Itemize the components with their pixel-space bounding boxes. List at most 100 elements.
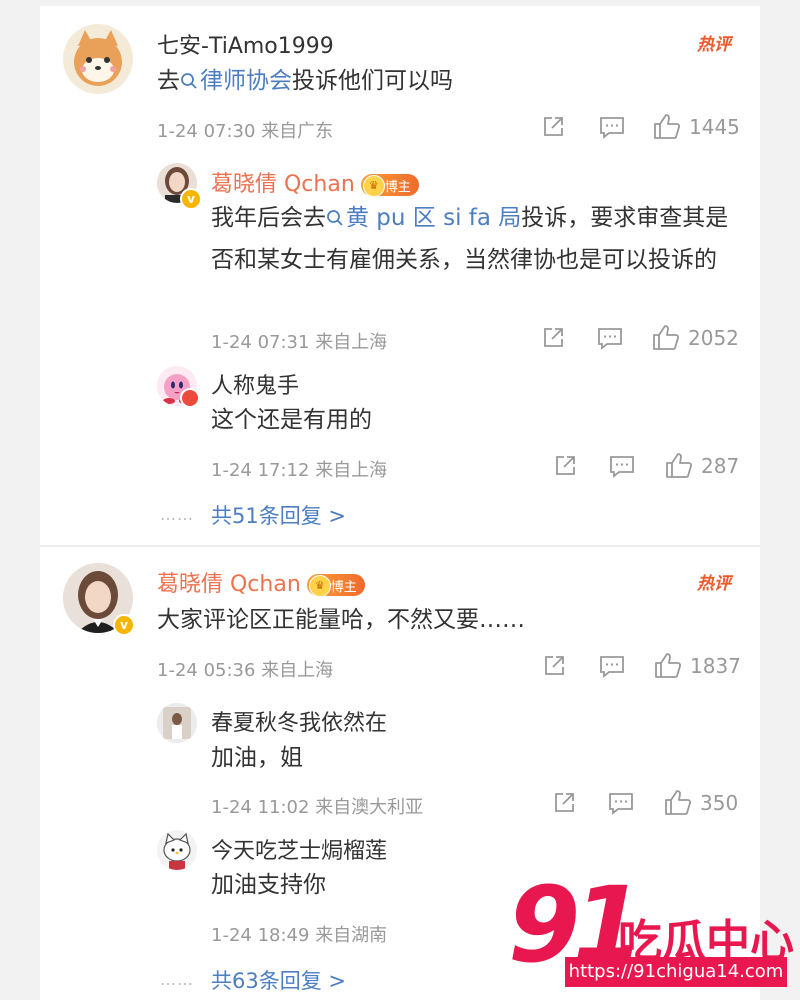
reply-username[interactable]: 春夏秋冬我依然在 (211, 705, 387, 737)
avatar[interactable] (157, 703, 197, 743)
author-badge-label: 博主 (330, 579, 357, 595)
reply-text: 这个还是有用的 (211, 407, 372, 433)
reply-meta: 1-24 18:49 来自湖南 (211, 921, 387, 947)
thumb-up-icon (666, 453, 693, 478)
like-count: 2052 (688, 325, 739, 350)
share-button[interactable] (552, 791, 576, 815)
hot-comment-badge: 热评 (697, 30, 731, 55)
reply-location: 来自澳大利亚 (315, 797, 424, 818)
hot-comment-label: 热评 (697, 574, 731, 594)
watermark-url: https://91chigua14.com (565, 957, 787, 987)
comment-icon (609, 793, 633, 815)
reply-username[interactable]: 今天吃芝士焗榴莲 (211, 833, 387, 865)
comment-button[interactable] (599, 115, 625, 139)
share-icon (544, 328, 563, 347)
reply-meta: 1-24 11:02 来自澳大利亚 (211, 793, 423, 819)
reply-meta: 1-24 07:31 来自上海 (211, 328, 387, 354)
comment-text-part: 投诉他们可以吗 (292, 68, 453, 94)
membership-badge-icon (180, 388, 200, 408)
view-more-replies-link[interactable]: 共63条回复 > (211, 965, 346, 995)
like-button[interactable]: 350 (664, 789, 738, 816)
share-icon (544, 117, 563, 136)
comment-icon (598, 328, 622, 350)
comment-meta: 1-24 05:36 来自上海 (157, 656, 333, 682)
like-count: 1445 (689, 114, 740, 139)
comment-icon (600, 656, 624, 678)
reply-username[interactable]: 人称鬼手 (211, 368, 299, 400)
comment-icon (610, 456, 634, 478)
portrait-avatar-icon (157, 703, 197, 743)
reply-text: 加油支持你 (211, 872, 326, 898)
comment-button[interactable] (608, 791, 634, 815)
share-icon (555, 793, 574, 812)
share-button[interactable] (542, 654, 566, 678)
reply-time: 1-24 07:31 (211, 332, 310, 353)
verified-v-icon: v (180, 188, 202, 210)
reply-location: 来自上海 (315, 460, 388, 481)
comment-time: 1-24 07:30 (157, 121, 256, 142)
reply-time: 1-24 17:12 (211, 460, 310, 481)
username-text: 葛晓倩 Qchan (157, 572, 301, 597)
comment-meta: 1-24 07:30 来自广东 (157, 117, 333, 143)
reply-location: 来自上海 (315, 332, 388, 353)
verified-v-icon: v (113, 614, 135, 636)
reply-location: 来自湖南 (315, 925, 388, 946)
separator (40, 545, 760, 547)
search-icon (181, 73, 197, 89)
comment-button[interactable] (609, 454, 635, 478)
like-button[interactable]: 1445 (653, 113, 740, 140)
topic-link[interactable]: 律师协会 (180, 68, 292, 94)
username[interactable]: 葛晓倩 Qchan ♛ 博主 (157, 566, 365, 598)
like-count: 287 (701, 453, 740, 478)
comment-text: 大家评论区正能量哈，不然又要…… (157, 607, 525, 633)
share-button[interactable] (541, 115, 565, 139)
comment-button[interactable] (597, 326, 623, 350)
comment-location: 来自上海 (261, 660, 334, 681)
thumb-up-icon (653, 325, 680, 350)
share-button[interactable] (553, 454, 577, 478)
reply-time: 1-24 18:49 (211, 925, 310, 946)
author-badge: ♛ 博主 (306, 574, 365, 597)
reply-username-text: 葛晓倩 Qchan (211, 172, 355, 197)
share-icon (556, 456, 575, 475)
like-count: 1837 (690, 653, 741, 678)
shiba-avatar-icon (74, 30, 122, 86)
comment-button[interactable] (599, 654, 625, 678)
reply-username[interactable]: 葛晓倩 Qchan ♛ 博主 (211, 166, 419, 198)
avatar[interactable] (63, 24, 133, 94)
separator (40, 0, 760, 6)
reply-meta: 1-24 17:12 来自上海 (211, 456, 387, 482)
topic-link-label: 黄 pu 区 si fa 局 (346, 205, 522, 231)
like-button[interactable]: 287 (665, 452, 739, 479)
hot-comment-label: 热评 (697, 35, 731, 55)
hot-comment-badge: 热评 (697, 569, 731, 594)
search-icon (327, 210, 343, 226)
reply-text: 加油，姐 (211, 745, 303, 771)
thumb-up-icon (654, 114, 681, 139)
reply-text: 我年后会去黄 pu 区 si fa 局投诉，要求审查其是否和某女士有雇佣关系，当… (211, 197, 731, 281)
like-button[interactable]: 1837 (654, 652, 741, 679)
thumb-up-icon (655, 653, 682, 678)
comment-icon (600, 117, 624, 139)
comment-location: 来自广东 (261, 121, 334, 142)
thumb-up-icon (665, 790, 692, 815)
reply-text-part: 我年后会去 (211, 205, 326, 231)
avatar[interactable] (157, 830, 197, 870)
like-button[interactable]: 2052 (652, 324, 739, 351)
comment-time: 1-24 05:36 (157, 660, 256, 681)
crown-icon: ♛ (362, 175, 385, 197)
author-badge: ♛ 博主 (360, 174, 419, 197)
comment-list (40, 0, 760, 1000)
username[interactable]: 七安-TiAmo1999 (157, 28, 334, 60)
topic-link-label: 律师协会 (200, 68, 292, 94)
share-button[interactable] (541, 326, 565, 350)
share-icon (545, 656, 564, 675)
crown-icon: ♛ (308, 575, 331, 597)
reply-time: 1-24 11:02 (211, 797, 310, 818)
topic-link[interactable]: 黄 pu 区 si fa 局 (326, 205, 521, 231)
hello-kitty-avatar-icon (157, 830, 197, 870)
author-badge-label: 博主 (384, 179, 411, 195)
more-dots: …… (160, 970, 194, 989)
more-dots: …… (160, 505, 194, 524)
view-more-replies-link[interactable]: 共51条回复 > (211, 500, 346, 530)
